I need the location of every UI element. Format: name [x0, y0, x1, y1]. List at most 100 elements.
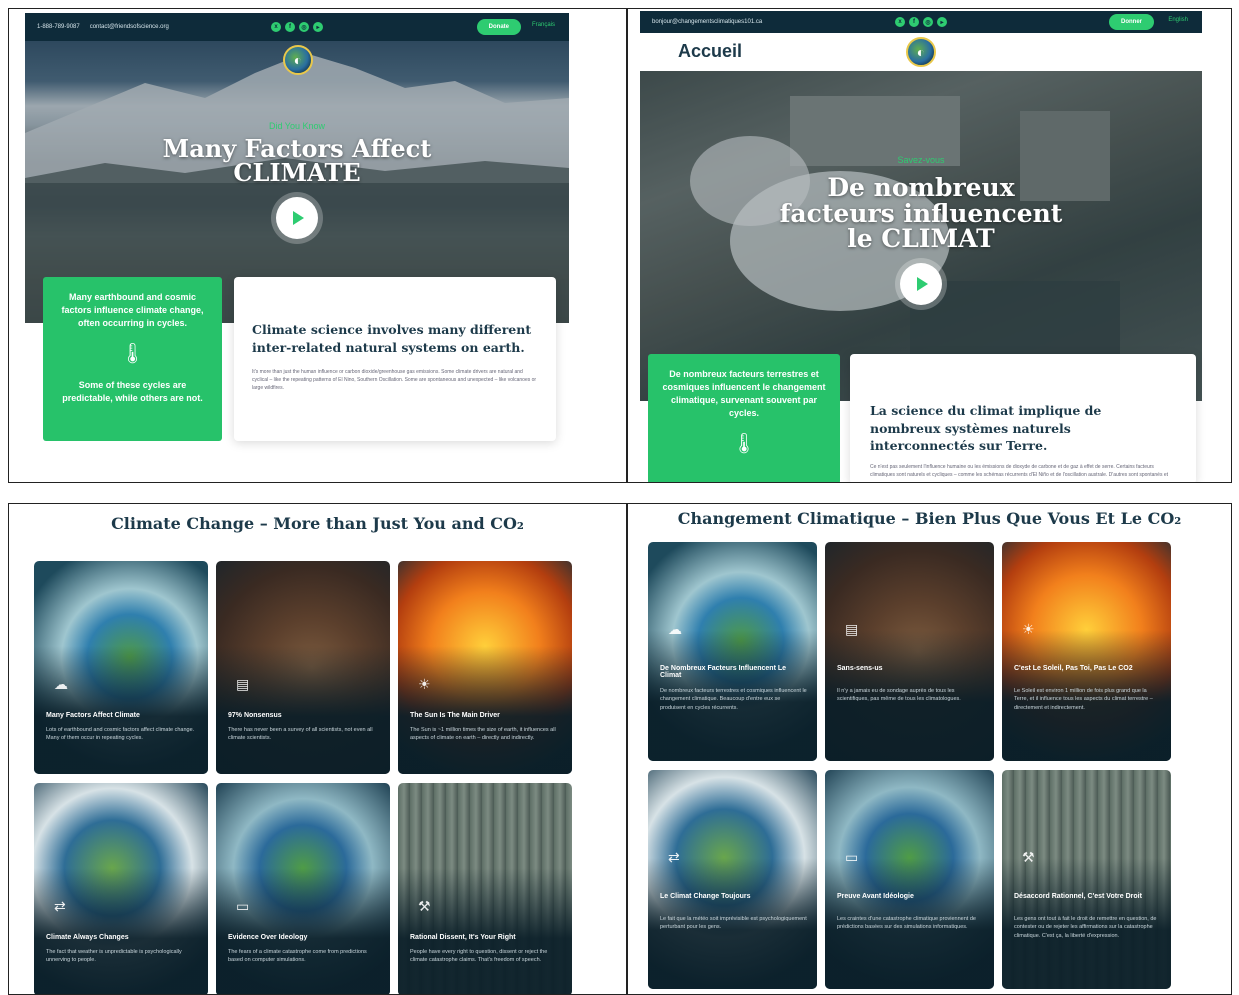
donate-button[interactable]: Donate: [476, 19, 521, 35]
feature-card[interactable]: ⇄ Climate Always Changes The fact that wea…: [34, 783, 208, 994]
green-info-box-fr: De nombreux facteurs terrestres et cosmi…: [648, 354, 840, 482]
cloud-icon: ☁: [668, 621, 682, 637]
gavel-icon: ⚒: [418, 898, 431, 914]
card-title: 97% Nonsensus: [228, 712, 282, 719]
card-overlay: [398, 646, 572, 774]
card-text: The fact that weather is unpredictable i…: [46, 949, 182, 964]
card-title: C'est Le Soleil, Pas Toi, Pas Le CO2: [1014, 665, 1133, 672]
gavel-icon: ⚒: [1022, 849, 1035, 865]
card-text: Le fait que la météo soit imprévisible e…: [660, 916, 807, 931]
info-card: Climate science involves many different …: [234, 277, 556, 441]
card-title: Sans-sens-us: [837, 665, 883, 672]
card-text: De nombreux facteurs terrestres et cosmi…: [660, 688, 807, 711]
card-title: The Sun Is The Main Driver: [410, 712, 500, 719]
instagram-icon[interactable]: ◎: [299, 22, 309, 32]
french-hero-panel: bonjour@changementsclimatiques101.ca x f…: [627, 8, 1232, 483]
info-card-title-fr: La science du climat implique de nombreu…: [870, 403, 1102, 453]
hero-eyebrow: Did You Know: [268, 121, 326, 131]
hero-title-fr: De nombreux facteurs influencent le CLIM…: [640, 175, 1202, 252]
green-info-text: Many earthbound and cosmic factors influ…: [61, 292, 204, 329]
green-info-text-2: Some of these cycles are predictable, wh…: [62, 380, 203, 404]
email-link[interactable]: contact@friendsofscience.org: [90, 24, 169, 30]
language-toggle-fr[interactable]: English: [1168, 17, 1188, 23]
cloud-icon: ☁: [54, 676, 68, 692]
card-overlay: [216, 646, 390, 774]
youtube-icon[interactable]: ▸: [313, 22, 323, 32]
card-overlay: [398, 868, 572, 994]
twitter-icon[interactable]: x: [895, 17, 905, 27]
feature-card[interactable]: ⇄ Le Climat Change Toujours Le fait que la…: [648, 770, 817, 989]
feature-card[interactable]: ▤ Sans-sens-us Il n'y a jamais eu de sonda…: [825, 542, 994, 761]
chart-icon: ▤: [845, 621, 859, 637]
card-text: There has never been a survey of all sci…: [228, 727, 373, 742]
card-title: Preuve Avant Idéologie: [837, 893, 914, 900]
card-text: Le Soleil est environ 1 million de fois …: [1014, 688, 1153, 711]
swap-icon: ⇄: [668, 849, 680, 865]
feature-card[interactable]: ▤ 97% Nonsensus There has never been a sur…: [216, 561, 390, 774]
card-text: Les gens ont tout à fait le droit de rem…: [1014, 916, 1157, 939]
card-title: De Nombreux Facteurs Influencent Le Clim…: [660, 665, 787, 679]
document-icon: ▭: [845, 849, 859, 865]
card-title: Evidence Over Ideology: [228, 934, 308, 941]
section-title: Climate Change – More than Just You and …: [111, 514, 524, 533]
english-hero-panel: 1-888-789-9087 contact@friendsofscience.…: [8, 8, 627, 483]
card-title: Le Climat Change Toujours: [660, 893, 751, 900]
english-cards-panel: Climate Change – More than Just You and …: [8, 503, 627, 995]
card-title: Rational Dissent, It's Your Right: [410, 934, 516, 941]
phone-number[interactable]: 1-888-789-9087: [37, 24, 80, 30]
twitter-icon[interactable]: x: [271, 22, 281, 32]
card-text: Lots of earthbound and cosmic factors af…: [46, 727, 195, 742]
sun-icon: ☀: [1022, 621, 1035, 637]
hero-title-line-2: CLIMATE: [233, 158, 361, 188]
card-overlay: [216, 868, 390, 994]
chart-icon: ▤: [236, 676, 250, 692]
sun-icon: ☀: [418, 676, 431, 692]
card-text: Les craintes d'une catastrophe climatiqu…: [837, 916, 976, 931]
hero-title-fr-line-3: le CLIMAT: [847, 224, 995, 253]
feature-card[interactable]: ⚒ Rational Dissent, It's Your Right People…: [398, 783, 572, 994]
facebook-icon[interactable]: f: [285, 22, 295, 32]
youtube-icon[interactable]: ▸: [937, 17, 947, 27]
play-button[interactable]: [276, 197, 318, 239]
green-info-box: Many earthbound and cosmic factors influ…: [43, 277, 222, 441]
language-toggle[interactable]: Français: [532, 22, 555, 28]
facebook-icon[interactable]: f: [909, 17, 919, 27]
info-card-body-fr: Ce n'est pas seulement l'influence humai…: [870, 463, 1169, 478]
feature-card[interactable]: ▭ Evidence Over Ideology The fears of a cl…: [216, 783, 390, 994]
play-button-fr[interactable]: [900, 263, 942, 305]
feature-card[interactable]: ☁ De Nombreux Facteurs Influencent Le Cli…: [648, 542, 817, 761]
green-info-text-fr: De nombreux facteurs terrestres et cosmi…: [662, 369, 826, 419]
section-title-fr: Changement Climatique – Bien Plus Que Vo…: [677, 509, 1182, 528]
globe-logo-icon[interactable]: ◐: [906, 37, 936, 67]
card-overlay: [34, 646, 208, 774]
swap-icon: ⇄: [54, 898, 66, 914]
top-bar: 1-888-789-9087 contact@friendsofscience.…: [25, 13, 569, 41]
feature-card[interactable]: ☀ C'est Le Soleil, Pas Toi, Pas Le CO2 Le …: [1002, 542, 1171, 761]
hero-title-fr-line-1: De nombreux: [827, 173, 1015, 202]
thermometer-icon: 🌡: [119, 343, 146, 366]
card-text: Il n'y a jamais eu de sondage auprès de …: [837, 688, 961, 703]
hero-title: Many Factors Affect CLIMATE: [25, 136, 569, 188]
donate-button-fr[interactable]: Donner: [1109, 14, 1154, 30]
top-bar-fr: bonjour@changementsclimatiques101.ca x f…: [640, 11, 1202, 33]
document-icon: ▭: [236, 898, 250, 914]
info-card-body: It's more than just the human influence …: [252, 369, 537, 391]
info-card-fr: La science du climat implique de nombreu…: [850, 354, 1196, 482]
feature-card[interactable]: ☀ The Sun Is The Main Driver The Sun is ~1…: [398, 561, 572, 774]
hero-eyebrow-fr: Savez-vous: [897, 155, 945, 165]
globe-logo-icon[interactable]: ◐: [283, 45, 313, 75]
email-link-fr[interactable]: bonjour@changementsclimatiques101.ca: [652, 19, 762, 25]
card-title: Climate Always Changes: [46, 934, 129, 941]
instagram-icon[interactable]: ◎: [923, 17, 933, 27]
thermometer-icon: 🌡: [731, 433, 757, 456]
feature-card[interactable]: ⚒ Désaccord Rationnel, C'est Votre Droit L…: [1002, 770, 1171, 989]
card-text: People have every right to question, dis…: [410, 949, 548, 964]
page-label[interactable]: Accueil: [678, 41, 742, 62]
feature-card[interactable]: ☁ Many Factors Affect Climate Lots of eart…: [34, 561, 208, 774]
card-overlay: [34, 868, 208, 994]
info-card-title: Climate science involves many different …: [252, 322, 532, 355]
hero-banner-fr: Savez-vous De nombreux facteurs influenc…: [640, 71, 1202, 401]
feature-card[interactable]: ▭ Preuve Avant Idéologie Les craintes d'un…: [825, 770, 994, 989]
hero-title-fr-line-2: facteurs influencent: [779, 198, 1063, 228]
card-text: The fears of a climate catastrophe come …: [228, 949, 367, 964]
